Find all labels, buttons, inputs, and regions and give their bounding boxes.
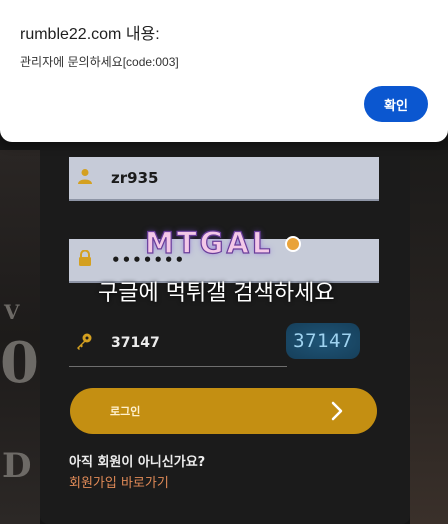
- background-left-panel: V 0 D: [0, 150, 40, 524]
- lock-icon: [79, 250, 91, 266]
- captcha-input[interactable]: 37147: [69, 322, 287, 367]
- captcha-image: 37147: [286, 323, 360, 359]
- user-icon: [78, 169, 92, 184]
- background-glyph: D: [2, 446, 32, 486]
- captcha-value: 37147: [111, 335, 160, 351]
- background-right-panel: [410, 150, 448, 524]
- alert-dialog: rumble22.com 내용: 관리자에 문의하세요[code:003] 확인: [0, 0, 448, 142]
- username-field[interactable]: zr935: [69, 157, 379, 201]
- dialog-ok-button[interactable]: 확인: [364, 86, 428, 122]
- username-value: zr935: [111, 169, 159, 187]
- key-icon: [77, 333, 92, 350]
- watermark-text: 구글에 먹튀갤 검색하세요: [98, 281, 335, 306]
- chevron-right-icon: [331, 401, 343, 421]
- background-glyph: 0: [0, 330, 39, 396]
- site-logo: MTGAL: [144, 225, 274, 260]
- dialog-message: 관리자에 문의하세요[code:003]: [20, 55, 179, 69]
- logo-dot: [285, 236, 301, 252]
- signup-link[interactable]: 회원가입 바로가기: [69, 472, 169, 491]
- dialog-title: rumble22.com 내용:: [20, 26, 160, 43]
- login-button[interactable]: 로그인: [70, 388, 377, 434]
- background-glyph: V: [4, 300, 20, 324]
- login-button-label: 로그인: [110, 406, 141, 418]
- no-member-text: 아직 회원이 아니신가요?: [69, 455, 206, 470]
